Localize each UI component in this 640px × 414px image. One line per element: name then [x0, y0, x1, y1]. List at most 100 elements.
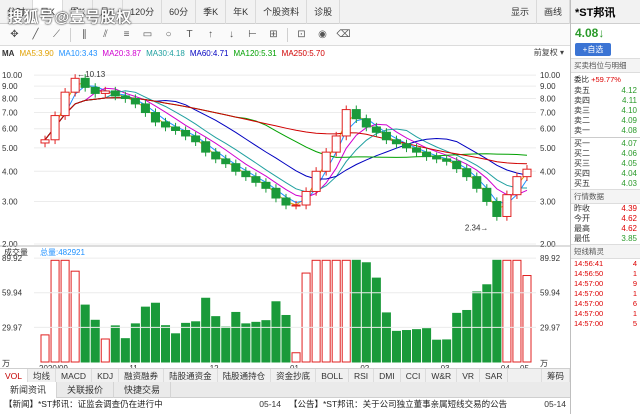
tab-boll[interactable]: BOLL — [316, 368, 349, 383]
text-tool-icon[interactable]: T — [179, 29, 200, 40]
tab-news[interactable]: 新闻资讯 — [0, 381, 58, 398]
tab-draw-line[interactable]: 画线 — [537, 0, 570, 24]
circle-icon[interactable]: ○ — [158, 29, 179, 40]
candle-down — [171, 126, 181, 131]
line-tool-icon[interactable]: ╱ — [25, 29, 46, 40]
delete-icon[interactable]: ⌫ — [333, 29, 354, 40]
tab-hk-hold[interactable]: 陆股通持仓 — [218, 368, 272, 383]
buy-level[interactable]: 买一 4.07 — [571, 139, 640, 149]
stat-row[interactable]: 昨收 4.39 — [571, 204, 640, 214]
period-icon[interactable]: ⊞ — [263, 29, 284, 40]
stat-row[interactable]: 最低 3.85 — [571, 234, 640, 244]
lock-icon[interactable]: ⊡ — [291, 29, 312, 40]
buy-level[interactable]: 买五 4.03 — [571, 179, 640, 189]
tick-row[interactable]: 14:57:00 1 — [571, 309, 640, 319]
tab-60min[interactable]: 60分 — [162, 0, 197, 24]
ray-tool-icon[interactable]: ⟋ — [46, 29, 67, 40]
tab-margin[interactable]: 融资融券 — [119, 368, 165, 383]
tab-dmi[interactable]: DMI — [374, 368, 401, 383]
tick-row-value: 6 — [632, 299, 637, 308]
arrow-up-icon[interactable]: ↑ — [200, 29, 221, 40]
buy-level-value: 4.05 — [621, 159, 637, 168]
sell-level[interactable]: 卖五 4.12 — [571, 86, 640, 96]
price-tick-label: 4.00 — [540, 167, 556, 176]
parallel-icon[interactable]: ∥ — [74, 29, 95, 40]
tab-kdj[interactable]: KDJ — [92, 368, 120, 383]
tick-row[interactable]: 14:57:00 1 — [571, 289, 640, 299]
buy-level[interactable]: 买四 4.04 — [571, 169, 640, 179]
sell-level[interactable]: 卖一 4.08 — [571, 126, 640, 136]
sell-level[interactable]: 卖四 4.11 — [571, 96, 640, 106]
volume-tick-label: 89.92 — [2, 254, 23, 263]
tab-related-quotes[interactable]: 关联报价 — [57, 381, 115, 398]
tick-row[interactable]: 14:57:00 6 — [571, 299, 640, 309]
sell-level[interactable]: 卖三 4.10 — [571, 106, 640, 116]
candle-down — [401, 143, 412, 149]
tab-chips[interactable]: 筹码 — [540, 368, 570, 383]
arrow-down-icon[interactable]: ↓ — [221, 29, 242, 40]
tab-ma[interactable]: 均线 — [28, 368, 57, 383]
news-item[interactable]: 【公告】*ST邦讯：关于公司独立董事亲属短线交易的公告 05-14 — [285, 398, 570, 410]
tick-row[interactable]: 14:57:00 9 — [571, 279, 640, 289]
fibonacci-icon[interactable]: ≡ — [116, 29, 137, 40]
tab-cci[interactable]: CCI — [401, 368, 427, 383]
tab-vr[interactable]: VR — [457, 368, 480, 383]
move-icon[interactable]: ✥ — [4, 29, 25, 40]
stat-row[interactable]: 最高 4.62 — [571, 224, 640, 234]
candle-down — [201, 141, 211, 153]
add-watchlist-button[interactable]: +自选 — [575, 43, 611, 56]
low-annotation: 2.34→ — [465, 224, 489, 233]
sell-level[interactable]: 卖二 4.09 — [571, 116, 640, 126]
volume-bar-down — [251, 321, 261, 363]
channel-icon[interactable]: ⫽ — [95, 29, 116, 40]
ma-line — [44, 97, 528, 165]
tab-macd[interactable]: MACD — [56, 368, 93, 383]
tab-sar[interactable]: SAR — [480, 368, 509, 383]
buy-level-label: 买五 — [574, 179, 590, 188]
candle-up — [321, 151, 331, 172]
candle-down — [221, 158, 231, 165]
tab-quarter-k[interactable]: 季K — [196, 0, 227, 24]
candle-down — [251, 176, 261, 183]
tab-wr[interactable]: W&R — [426, 368, 458, 383]
ma10-label: MA10:3.43 — [58, 48, 98, 58]
tab-vol[interactable]: VOL — [0, 368, 29, 383]
buy-level[interactable]: 买三 4.05 — [571, 159, 640, 169]
stat-row[interactable]: 今开 4.62 — [571, 214, 640, 224]
volume-bar-down — [261, 320, 271, 363]
volume-bar-down — [110, 325, 120, 363]
rectangle-icon[interactable]: ▭ — [137, 29, 158, 40]
volume-bar-down — [130, 323, 140, 363]
news-title: 【公告】*ST邦讯：关于公司独立董事亲属短线交易的公告 — [289, 399, 508, 409]
volume-bar-down — [171, 333, 181, 363]
ticks-title: 短线精灵 — [571, 244, 640, 259]
price-tick-label: 2.00 — [540, 240, 556, 249]
tab-display[interactable]: 显示 — [504, 0, 537, 24]
price-tick-label: 9.00 — [540, 82, 556, 91]
measure-icon[interactable]: ⊢ — [242, 29, 263, 40]
kline-chart[interactable]: 10.00 9.00 8.00 7.00 6.00 5.00 4.00 3.00 2.00 10… — [0, 60, 570, 380]
adjust-mode-dropdown[interactable]: 前复权 ▾ — [534, 47, 564, 58]
news-item[interactable]: 【新闻】*ST邦讯：证监会调查仍在进行中 05-14 — [0, 398, 285, 410]
tick-row[interactable]: 14:56:41 4 — [571, 259, 640, 269]
buy-level[interactable]: 买二 4.06 — [571, 149, 640, 159]
tab-profile[interactable]: 个股资料 — [256, 0, 308, 24]
volume-bar-up — [321, 259, 331, 363]
tick-row-label: 14:57:00 — [574, 279, 604, 288]
tab-bottom-fish[interactable]: 资金抄底 — [271, 368, 317, 383]
tick-row[interactable]: 14:56:50 1 — [571, 269, 640, 279]
candle-down — [482, 187, 492, 202]
sell-level-value: 4.12 — [621, 86, 637, 95]
tab-diagnose[interactable]: 诊股 — [307, 0, 341, 24]
tick-row[interactable]: 14:57:00 5 — [571, 319, 640, 329]
tab-rsi[interactable]: RSI — [349, 368, 375, 383]
tab-quick-trade[interactable]: 快捷交易 — [114, 381, 172, 398]
stat-row-label: 今开 — [574, 214, 590, 223]
volume-bar-down — [221, 326, 231, 363]
ma250-label: MA250:5.70 — [281, 48, 325, 58]
tab-year-k[interactable]: 年K — [226, 0, 257, 24]
volume-bar-up — [291, 352, 301, 363]
eye-icon[interactable]: ◉ — [312, 29, 333, 40]
tab-hk-flow[interactable]: 陆股通资金 — [164, 368, 218, 383]
candle-down — [442, 158, 452, 162]
